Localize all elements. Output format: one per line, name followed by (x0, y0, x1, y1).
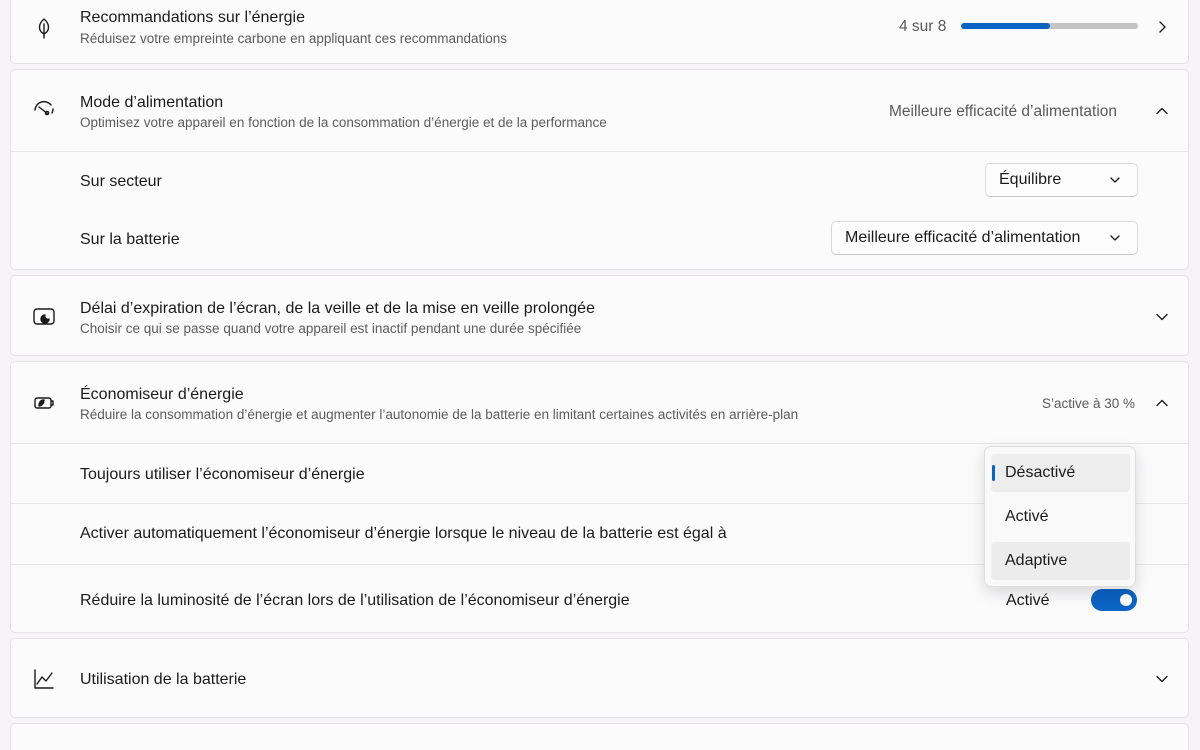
screen-sleep-icon (31, 304, 57, 330)
chevron-right-icon[interactable] (1154, 19, 1170, 35)
energy-recommendations-row[interactable]: Recommandations sur l’énergie Réduisez v… (11, 0, 1188, 63)
chevron-up-icon[interactable] (1154, 103, 1170, 119)
power-battery-settings-page: Recommandations sur l’énergie Réduisez v… (0, 0, 1200, 750)
energy-saver-title: Économiseur d’énergie (80, 386, 244, 403)
menu-option-adaptive[interactable]: Adaptive (991, 542, 1130, 580)
toggle-knob (1120, 594, 1132, 606)
menu-option-label: Adaptive (1005, 552, 1068, 569)
chevron-up-icon[interactable] (1154, 395, 1170, 411)
menu-option-active[interactable]: Activé (991, 498, 1130, 536)
energy-saver-header[interactable]: Économiseur d’énergie Réduire la consomm… (11, 362, 1188, 443)
screen-timeout-subtitle: Choisir ce qui se passe quand votre appa… (80, 321, 582, 336)
power-mode-value: Meilleure efficacité d’alimentation (889, 103, 1118, 120)
chevron-down-icon[interactable] (1154, 309, 1170, 325)
power-mode-subtitle: Optimisez votre appareil en fonction de … (80, 115, 607, 130)
chart-line-icon (31, 666, 57, 692)
battery-saver-icon (31, 390, 57, 416)
next-settings-card[interactable] (10, 723, 1189, 750)
energy-recommendations-title: Recommandations sur l’énergie (80, 9, 305, 26)
screen-timeout-row[interactable]: Délai d’expiration de l’écran, de la vei… (11, 276, 1188, 355)
on-ac-dropdown-value: Équilibre (999, 171, 1062, 188)
battery-usage-row[interactable]: Utilisation de la batterie (11, 639, 1188, 717)
chevron-down-icon (1110, 235, 1120, 241)
energy-recommendations-subtitle: Réduisez votre empreinte carbone en appl… (80, 31, 507, 46)
recommendations-progress-text: 4 sur 8 (899, 18, 947, 35)
battery-usage-title: Utilisation de la batterie (80, 671, 247, 688)
power-mode-header[interactable]: Mode d’alimentation Optimisez votre appa… (11, 70, 1188, 151)
on-ac-row: Sur secteur Équilibre (11, 151, 1188, 211)
energy-saver-status: S’active à 30 % (1042, 396, 1136, 411)
energy-recommendations-card[interactable]: Recommandations sur l’énergie Réduisez v… (10, 0, 1189, 64)
menu-option-desactive[interactable]: Désactivé (991, 454, 1130, 492)
battery-usage-card[interactable]: Utilisation de la batterie (10, 638, 1189, 718)
always-use-saver-menu: Désactivé Activé Adaptive (984, 446, 1136, 587)
energy-saver-subtitle: Réduire la consommation d’énergie et aug… (80, 407, 799, 422)
on-ac-dropdown[interactable]: Équilibre (985, 163, 1138, 197)
chevron-down-icon (1110, 177, 1120, 183)
power-mode-title: Mode d’alimentation (80, 94, 224, 111)
reduce-brightness-toggle[interactable] (1091, 589, 1137, 611)
menu-option-label: Désactivé (1005, 464, 1076, 481)
on-ac-label: Sur secteur (80, 173, 162, 190)
screen-timeout-card[interactable]: Délai d’expiration de l’écran, de la vei… (10, 275, 1189, 356)
recommendations-progress-fill (961, 23, 1050, 29)
leaf-icon (31, 15, 57, 41)
selected-indicator (992, 465, 995, 481)
gauge-icon (31, 96, 57, 122)
screen-timeout-title: Délai d’expiration de l’écran, de la vei… (80, 300, 595, 317)
reduce-brightness-state: Activé (1006, 592, 1050, 609)
recommendations-progress-bar (961, 23, 1138, 29)
on-battery-label: Sur la batterie (80, 231, 180, 248)
reduce-brightness-label: Réduire la luminosité de l’écran lors de… (80, 592, 630, 609)
on-battery-row: Sur la batterie Meilleure efficacité d’a… (11, 211, 1188, 269)
always-use-saver-label: Toujours utiliser l’économiseur d’énergi… (80, 466, 365, 483)
chevron-down-icon[interactable] (1154, 671, 1170, 687)
menu-option-label: Activé (1005, 508, 1049, 525)
auto-activate-saver-label: Activer automatiquement l’économiseur d’… (80, 525, 727, 542)
power-mode-card: Mode d’alimentation Optimisez votre appa… (10, 69, 1189, 270)
on-battery-dropdown-value: Meilleure efficacité d’alimentation (845, 229, 1081, 246)
on-battery-dropdown[interactable]: Meilleure efficacité d’alimentation (831, 221, 1138, 255)
